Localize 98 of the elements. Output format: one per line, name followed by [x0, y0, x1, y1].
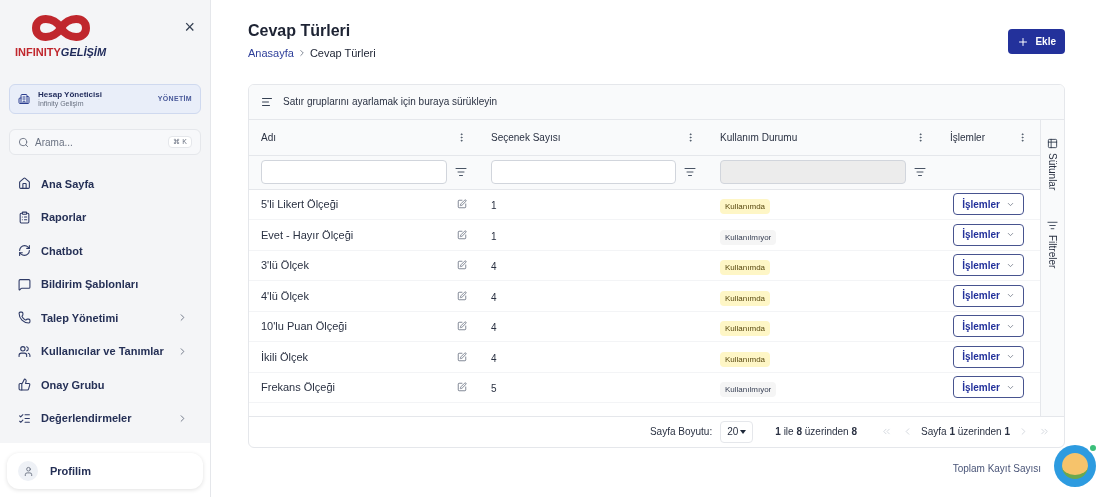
- sidebar-item[interactable]: Talep Yönetimi: [0, 301, 210, 335]
- edit-icon[interactable]: [457, 290, 467, 301]
- sidebar-item[interactable]: Raporlar: [0, 200, 210, 234]
- range-text: 1 ile 8 üzerinden 8: [775, 425, 858, 439]
- infinity-logo-icon: [29, 12, 92, 44]
- page-text: Sayfa 1 üzerinden 1: [921, 425, 1010, 439]
- sidebar-item[interactable]: Onay Grubu: [0, 368, 210, 402]
- actions-dropdown[interactable]: İşlemler: [953, 284, 1024, 307]
- sidebar-item[interactable]: Chatbot: [0, 234, 210, 268]
- name-cell-text: 3'lü Ölçek: [261, 258, 309, 273]
- table-row[interactable]: 10'lu Puan Ölçeği 4 Kullanımda İşlemler: [249, 311, 1040, 342]
- filter-icon[interactable]: [684, 166, 696, 178]
- column-header[interactable]: İşlemler: [938, 119, 1040, 155]
- plus-icon: [1017, 35, 1030, 48]
- status-tag: Kullanılmıyor: [720, 382, 777, 398]
- group-rows-icon: [261, 95, 273, 108]
- table-row[interactable]: Frekans Ölçeği 5 Kullanılmıyor İşlemler: [249, 372, 1040, 403]
- page-size-label: Sayfa Boyutu:: [649, 425, 713, 439]
- total-records-label: Toplam Kayıt Sayısı: [952, 461, 1041, 476]
- name-cell-text: Evet - Hayır Ölçeği: [261, 227, 354, 243]
- page-size-select[interactable]: 20: [720, 420, 754, 443]
- actions-dropdown[interactable]: İşlemler: [953, 315, 1024, 338]
- count-cell: 5: [491, 383, 497, 395]
- count-cell: 4: [491, 261, 497, 273]
- table-row[interactable]: 5'li Likert Ölçeği 1 Kullanımda İşlemler: [249, 189, 1040, 220]
- status-tag: Kullanımda: [720, 260, 771, 276]
- name-cell-text: Frekans Ölçeği: [261, 380, 335, 395]
- first-page-icon[interactable]: [881, 426, 893, 437]
- last-page-icon[interactable]: [1039, 426, 1050, 437]
- building-icon: [18, 93, 30, 105]
- table-row[interactable]: İkili Ölçek 4 Kullanımda İşlemler: [249, 342, 1040, 373]
- sidebar-item[interactable]: Bildirim Şablonları: [0, 267, 210, 301]
- name-cell-text: 4'lü Ölçek: [261, 288, 309, 304]
- actions-dropdown[interactable]: İşlemler: [953, 345, 1024, 368]
- table-row[interactable]: 4'lü Ölçek 4 Kullanımda İşlemler: [249, 281, 1040, 312]
- count-cell: 4: [491, 322, 497, 334]
- side-tab[interactable]: Sütunlar: [1045, 137, 1060, 190]
- count-cell: 1: [491, 230, 497, 242]
- sidebar-item[interactable]: Ana Sayfa: [0, 167, 210, 201]
- group-hint: Satır gruplarını ayarlamak için buraya sürükleyin: [283, 95, 497, 109]
- column-header[interactable]: Adı: [249, 119, 479, 155]
- filter-icon[interactable]: [914, 166, 926, 178]
- edit-icon[interactable]: [457, 382, 467, 393]
- status-tag: Kullanımda: [720, 351, 771, 367]
- chat-bubble[interactable]: [1054, 445, 1096, 487]
- avatar-icon: [18, 461, 38, 481]
- edit-icon[interactable]: [457, 351, 467, 362]
- name-cell-text: İkili Ölçek: [261, 349, 309, 365]
- status-tag: Kullanımda: [720, 199, 771, 215]
- sidebar-item[interactable]: Değerlendirmeler: [0, 401, 210, 435]
- column-header[interactable]: Kullanım Durumu: [708, 119, 938, 155]
- count-cell: 1: [491, 200, 497, 212]
- refresh-icon: [18, 244, 31, 258]
- table-row[interactable]: 3'lü Ölçek 4 Kullanımda İşlemler: [249, 250, 1040, 281]
- page-title: Cevap Türleri: [248, 21, 352, 41]
- actions-dropdown[interactable]: İşlemler: [953, 376, 1024, 399]
- logo-text: INFINITY: [15, 47, 61, 58]
- filter-icon: [1047, 219, 1058, 231]
- filter-input[interactable]: [491, 160, 676, 184]
- side-tab[interactable]: Filtreler: [1045, 219, 1060, 269]
- search-input[interactable]: Arama...: [35, 134, 163, 150]
- thumbs-up-icon: [18, 378, 31, 392]
- home-icon: [18, 177, 31, 191]
- add-button[interactable]: Ekle: [1008, 29, 1065, 54]
- checklist-icon: [18, 411, 31, 425]
- search-icon: [18, 136, 29, 148]
- name-cell-text: 5'li Likert Ölçeği: [261, 197, 339, 212]
- filter-input[interactable]: [261, 160, 447, 184]
- chat-icon: [18, 277, 31, 291]
- actions-dropdown[interactable]: İşlemler: [953, 193, 1024, 216]
- clipboard-icon: [18, 210, 31, 224]
- profile-button[interactable]: Profilim: [7, 453, 203, 489]
- breadcrumb-current: Cevap Türleri: [309, 46, 376, 61]
- island-icon: [1062, 453, 1088, 479]
- sidebar-item[interactable]: Kullanıcılar ve Tanımlar: [0, 334, 210, 368]
- account-title: Hesap Yöneticisi: [38, 89, 103, 100]
- columns-icon: [1047, 137, 1058, 149]
- status-tag: Kullanımda: [720, 290, 771, 306]
- column-header[interactable]: Seçenek Sayısı: [479, 119, 708, 155]
- breadcrumb-link[interactable]: Anasayfa: [248, 45, 294, 62]
- actions-dropdown[interactable]: İşlemler: [953, 223, 1024, 246]
- phone-icon: [18, 311, 31, 325]
- count-cell: 4: [491, 291, 497, 303]
- close-button[interactable]: ×: [184, 18, 195, 36]
- edit-icon[interactable]: [457, 260, 467, 271]
- count-cell: 4: [491, 352, 497, 364]
- edit-icon[interactable]: [457, 199, 467, 210]
- caret-icon: [740, 429, 747, 434]
- edit-icon[interactable]: [457, 321, 467, 332]
- logo-text: GELİŞİM: [60, 47, 107, 58]
- name-cell-text: 10'lu Puan Ölçeği: [261, 319, 347, 334]
- actions-dropdown[interactable]: İşlemler: [953, 254, 1024, 277]
- edit-icon[interactable]: [457, 229, 467, 240]
- filter-icon[interactable]: [455, 166, 467, 178]
- status-tag: Kullanımda: [720, 321, 771, 337]
- table-row[interactable]: Evet - Hayır Ölçeği 1 Kullanılmıyor İşlemler: [249, 220, 1040, 251]
- status-tag: Kullanılmıyor: [720, 229, 777, 245]
- users-icon: [18, 344, 31, 358]
